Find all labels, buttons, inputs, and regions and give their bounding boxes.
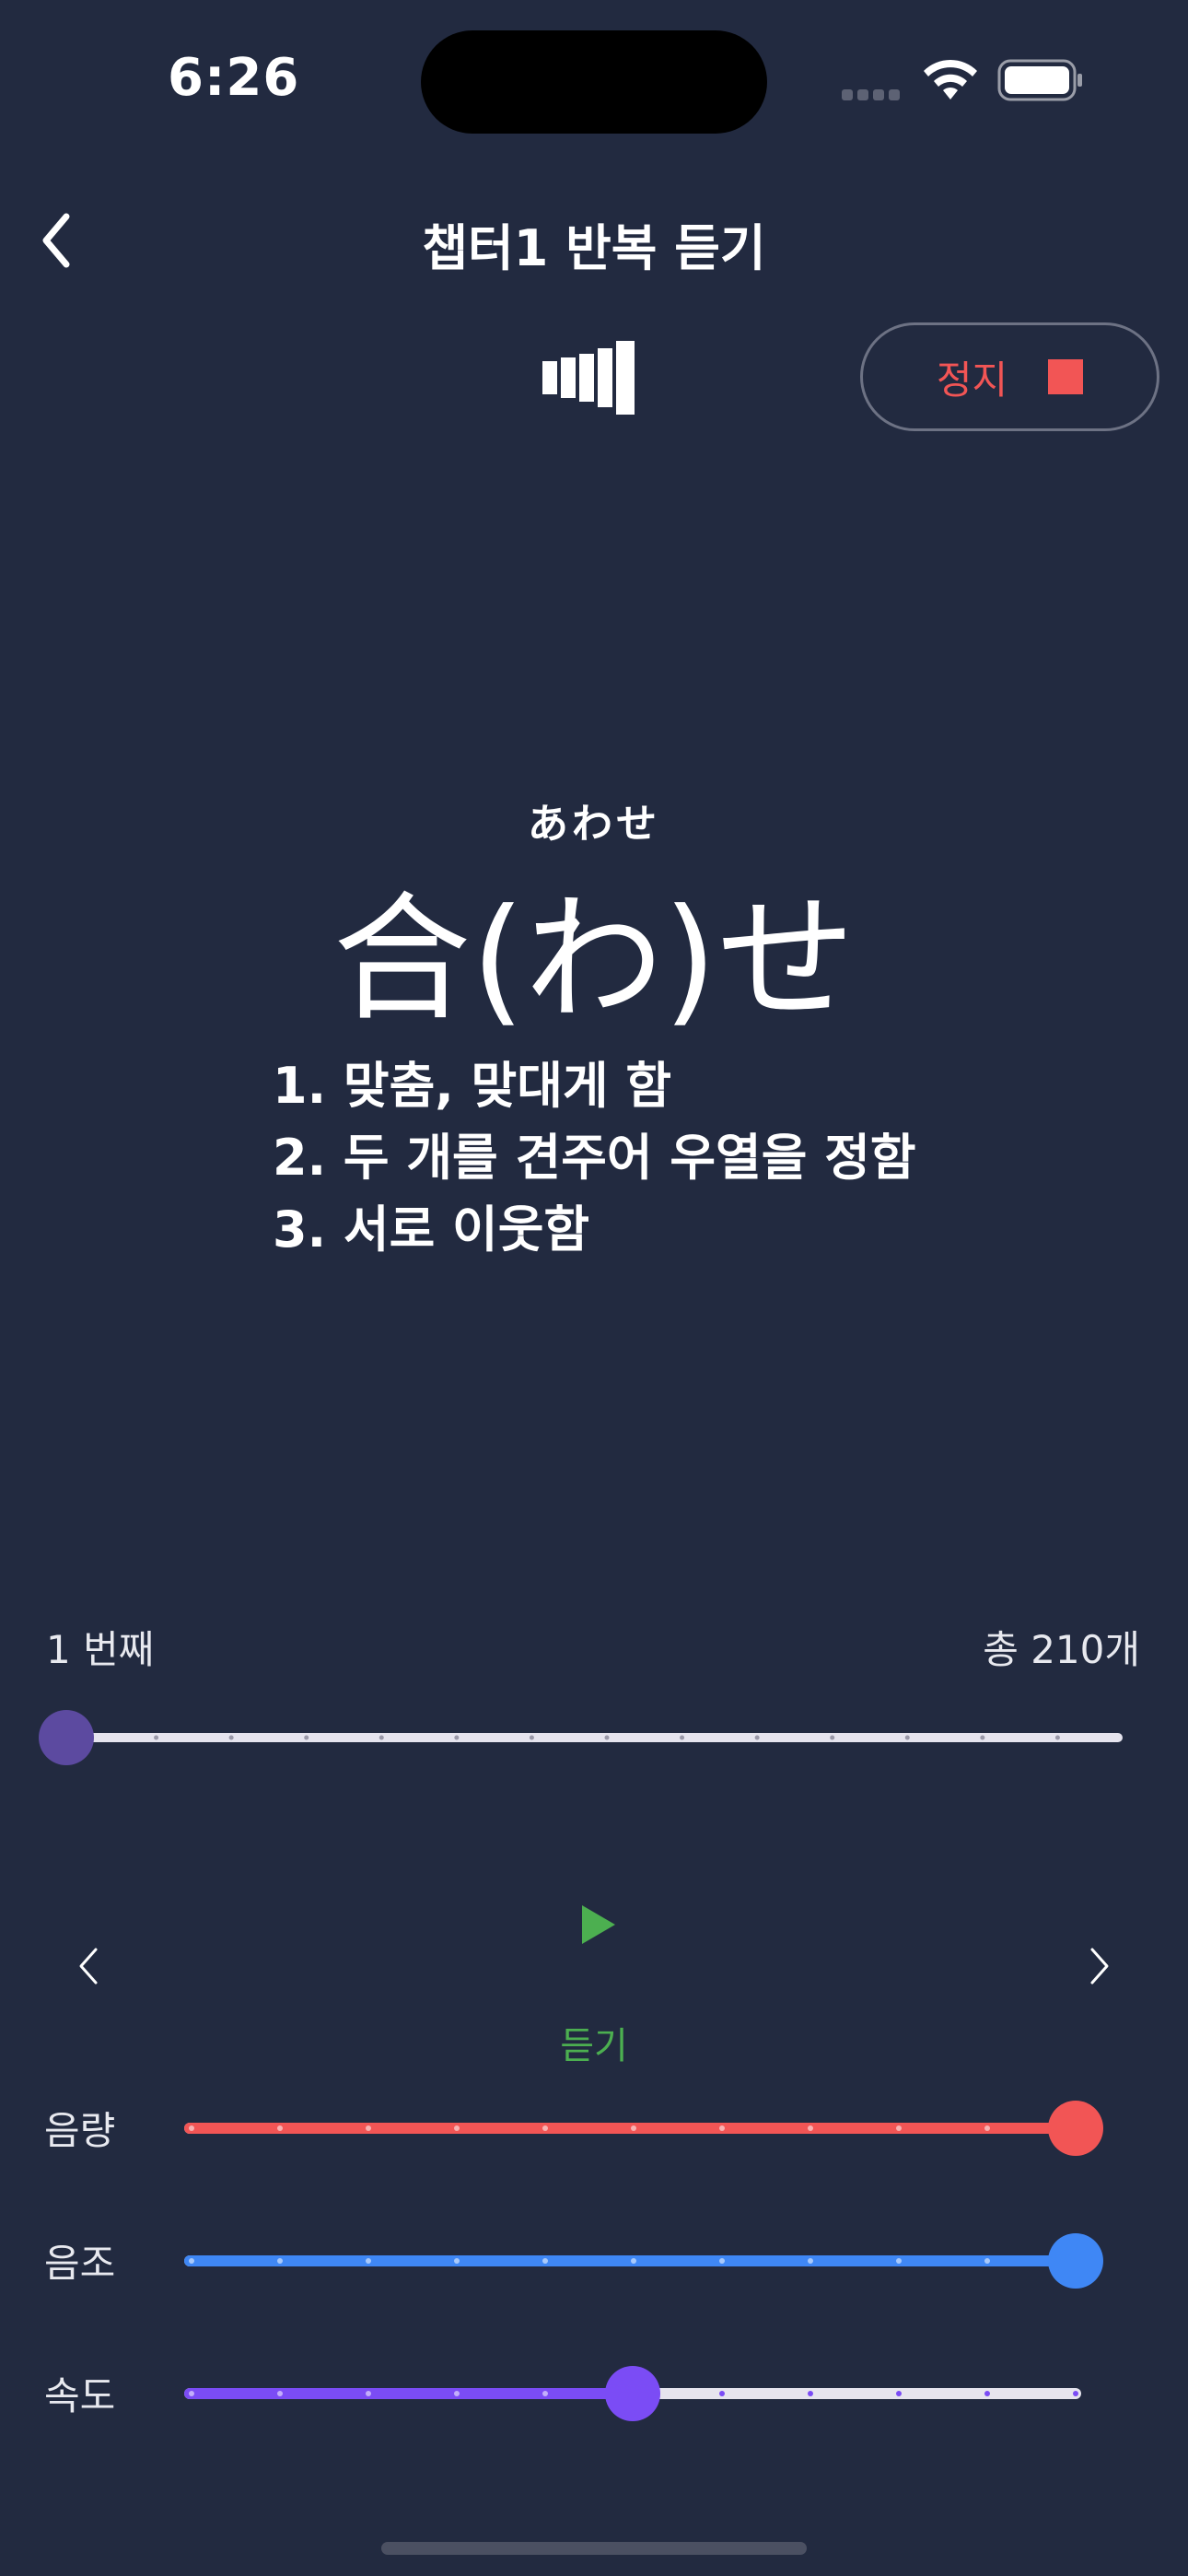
cellular-signal-icon [842, 87, 904, 100]
slider-tick [366, 2391, 371, 2396]
slider-tick [984, 2125, 990, 2131]
progress-tick [454, 1735, 460, 1740]
dynamic-island [421, 30, 767, 134]
progress-tick [680, 1735, 685, 1740]
slider-tick [984, 2391, 990, 2396]
progress-tick [980, 1735, 985, 1740]
stop-square-icon [1048, 359, 1084, 394]
progress-tick [604, 1735, 610, 1740]
slider-tick [719, 2258, 725, 2264]
slider-tick [1073, 2391, 1078, 2396]
listen-label: 듣기 [560, 2025, 628, 2067]
slider-tick [631, 2125, 636, 2131]
next-button[interactable] [1083, 1944, 1116, 1988]
progress-tick [830, 1735, 835, 1740]
slider-tick [454, 2258, 460, 2264]
slider-tick [808, 2391, 813, 2396]
slider-tick [366, 2258, 371, 2264]
progress-thumb[interactable] [39, 1710, 94, 1765]
slider-tick [454, 2125, 460, 2131]
slider-tick [808, 2258, 813, 2264]
progress-current: 1 번째 [46, 1627, 155, 1672]
slider-tick [189, 2258, 194, 2264]
pitch-slider[interactable] [0, 2224, 1188, 2298]
meaning-item: 1. 맞춤, 맞대게 함 [273, 1057, 672, 1115]
slider-tick [277, 2391, 283, 2396]
slider-tick [896, 2391, 902, 2396]
slider-tick [277, 2125, 283, 2131]
progress-slider[interactable] [0, 1701, 1188, 1774]
progress-tick [228, 1735, 234, 1740]
play-button[interactable] [578, 1902, 619, 1948]
slider-tick [366, 2125, 371, 2131]
progress-tick [154, 1735, 159, 1740]
progress-tick [1054, 1735, 1060, 1740]
slider-tick [454, 2391, 460, 2396]
progress-tick [529, 1735, 534, 1740]
stop-label: 정지 [936, 357, 1008, 403]
slider-tick [277, 2258, 283, 2264]
page-title: 챕터1 반복 듣기 [422, 219, 766, 277]
slider-tick [631, 2258, 636, 2264]
volume-slider[interactable] [0, 2091, 1188, 2165]
level-bars-icon[interactable] [542, 341, 647, 415]
previous-button[interactable] [72, 1944, 105, 1988]
meaning-item: 3. 서로 이웃함 [273, 1200, 590, 1259]
slider-thumb[interactable] [1048, 2101, 1103, 2156]
slider-tick [542, 2258, 548, 2264]
slider-tick [808, 2125, 813, 2131]
slider-thumb[interactable] [605, 2366, 660, 2421]
progress-tick [304, 1735, 309, 1740]
speed-slider[interactable] [0, 2357, 1188, 2430]
slider-tick [984, 2258, 990, 2264]
play-icon [582, 1905, 615, 1944]
stop-button[interactable]: 정지 [860, 322, 1159, 431]
wifi-icon [924, 59, 977, 100]
chevron-right-icon [1090, 1948, 1109, 1985]
slider-tick [896, 2125, 902, 2131]
slider-thumb[interactable] [1048, 2233, 1103, 2289]
word-reading: あわせ [528, 801, 660, 848]
progress-tick [904, 1735, 910, 1740]
slider-tick [189, 2391, 194, 2396]
progress-tick [379, 1735, 384, 1740]
word-text: 合(わ)せ [332, 880, 856, 1040]
meaning-list: 1. 맞춤, 맞대게 함 2. 두 개를 견주어 우열을 정함 3. 서로 이웃… [273, 1050, 916, 1266]
slider-tick [896, 2258, 902, 2264]
progress-total: 총 210개 [983, 1627, 1140, 1672]
home-indicator [381, 2542, 807, 2555]
meaning-item: 2. 두 개를 견주어 우열을 정함 [273, 1129, 916, 1187]
slider-tick [719, 2391, 725, 2396]
slider-tick [719, 2125, 725, 2131]
slider-tick [542, 2125, 548, 2131]
progress-tick [754, 1735, 760, 1740]
status-time: 6:26 [168, 48, 300, 108]
slider-tick [542, 2391, 548, 2396]
chevron-left-icon [79, 1948, 98, 1985]
slider-tick [189, 2125, 194, 2131]
battery-icon [997, 59, 1082, 101]
